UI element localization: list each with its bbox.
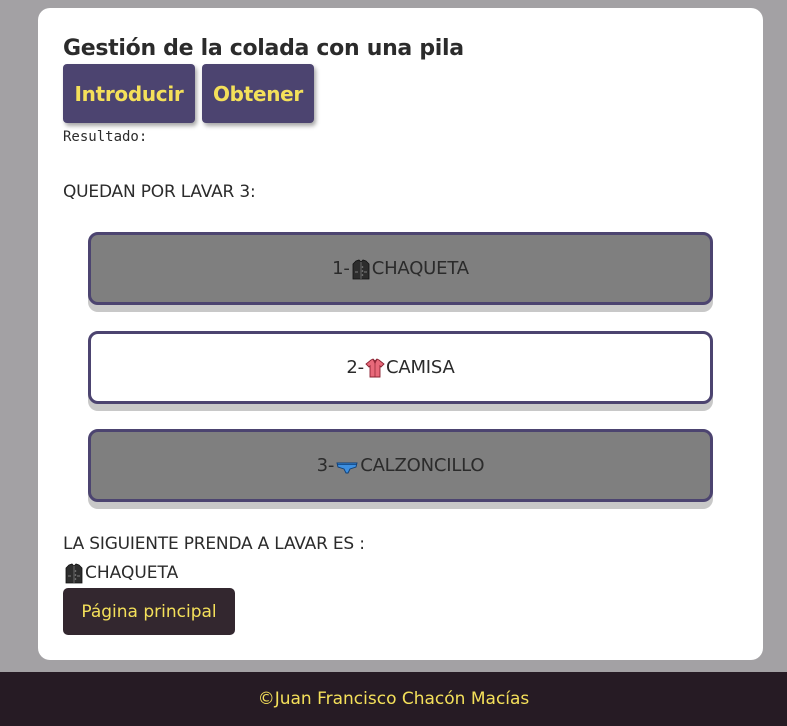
stack-item-prefix: 3- [316,455,335,476]
pop-button[interactable]: Obtener [202,64,314,123]
push-button[interactable]: Introducir [63,64,195,123]
remaining-label: QUEDAN POR LAVAR 3: [63,182,256,202]
next-item-name: CHAQUETA [85,563,179,583]
result-output: Resultado: [63,129,148,145]
next-item-label: LA SIGUIENTE PRENDA A LAVAR ES : [63,534,365,554]
page-title: Gestión de la colada con una pila [63,36,464,61]
stack-item: 1- CHAQUETA [88,232,713,305]
footer: ©Juan Francisco Chacón Macías [0,672,787,726]
main-card: Gestión de la colada con una pila Introd… [38,8,763,660]
briefs-icon [336,462,358,473]
stack-item-name: CALZONCILLO [360,455,485,476]
stack-item-prefix: 1- [332,258,350,279]
footer-text: ©Juan Francisco Chacón Macías [257,689,530,709]
stack-item: 3- CALZONCILLO [88,429,713,502]
stack-item-name: CAMISA [385,357,455,378]
jacket-icon [352,259,370,279]
home-button[interactable]: Página principal [63,588,235,635]
jacket-icon [65,563,83,584]
stack-item-name: CHAQUETA [371,258,469,279]
stack-item-prefix: 2- [346,357,364,378]
next-item: CHAQUETA [63,562,178,584]
stack-item: 2- CAMISA [88,331,713,404]
shirt-icon [365,357,385,377]
